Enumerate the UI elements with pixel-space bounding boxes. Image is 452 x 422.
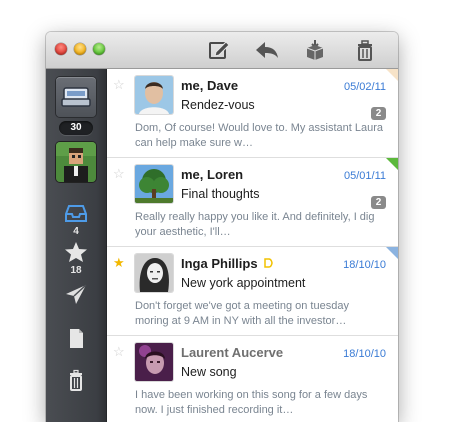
starred-icon[interactable] [63, 241, 89, 263]
sidebar: 30 4 18 [46, 69, 107, 422]
sender-name: Laurent Aucerve [181, 345, 284, 360]
message-list: ☆ me, Dave 05/02/11 Rendez-vous 2 Dom, O… [107, 69, 398, 422]
thread-count-badge: 2 [371, 196, 386, 209]
message-preview: Really really happy you like it. And def… [135, 211, 375, 238]
account-unread-badge: 30 [59, 121, 93, 135]
sender-name: me, Loren [181, 167, 244, 182]
starred-count: 18 [70, 265, 82, 276]
message-row[interactable]: ☆ me, Loren 05/01/11 Final thoughts 2 Re… [107, 158, 398, 247]
photo-laurent-icon [135, 343, 173, 381]
message-row[interactable]: ☆ Laurent Aucerve 18/10/10 New song I ha… [107, 336, 398, 422]
compose-icon[interactable] [206, 39, 232, 61]
label-flag [386, 69, 398, 81]
message-subject: New song [181, 365, 237, 379]
message-subject: Rendez-vous [181, 98, 255, 112]
message-subject: New york appointment [181, 276, 306, 290]
important-marker-icon [263, 258, 273, 268]
zoom-window-button[interactable] [93, 43, 105, 55]
avatar [135, 76, 173, 114]
message-preview: Dom, Of course! Would love to. My assist… [135, 122, 384, 149]
message-subject: Final thoughts [181, 187, 260, 201]
message-date: 05/01/11 [343, 170, 386, 182]
message-preview: Don't forget we've got a meeting on tues… [135, 300, 349, 327]
label-flag [386, 158, 398, 170]
message-date: 05/02/11 [343, 81, 386, 93]
star-icon[interactable]: ☆ [113, 345, 125, 358]
archive-icon[interactable] [302, 39, 328, 61]
message-row[interactable]: ☆ me, Dave 05/02/11 Rendez-vous 2 Dom, O… [107, 69, 398, 158]
inbox-count: 4 [73, 226, 79, 237]
toolbar [46, 32, 398, 69]
thread-count-badge: 2 [371, 107, 386, 120]
sender-name-text: Inga Phillips [181, 256, 258, 271]
account-avatar-button[interactable] [56, 142, 96, 182]
star-icon[interactable]: ★ [113, 256, 125, 269]
photo-dave-icon [135, 76, 173, 114]
minimize-window-button[interactable] [74, 43, 86, 55]
photo-inga-icon [135, 254, 173, 292]
trash-folder-icon[interactable] [63, 369, 89, 391]
star-icon[interactable]: ☆ [113, 78, 125, 91]
star-icon[interactable]: ☆ [113, 167, 125, 180]
sender-name: Inga Phillips [181, 256, 273, 271]
inbox-tray-icon [61, 87, 91, 107]
photo-tree-icon [135, 165, 173, 203]
mail-window: 30 4 18 ☆ me, Dave 05/02/11 Rendez-vous … [46, 32, 398, 422]
message-date: 18/10/10 [343, 259, 386, 271]
reply-icon[interactable] [254, 39, 280, 61]
pixel-avatar-icon [56, 142, 96, 182]
sender-name: me, Dave [181, 78, 239, 93]
message-date: 18/10/10 [343, 348, 386, 360]
trash-icon[interactable] [352, 39, 378, 61]
close-window-button[interactable] [55, 43, 67, 55]
drafts-icon[interactable] [63, 327, 89, 349]
avatar [135, 343, 173, 381]
all-accounts-button[interactable] [56, 77, 96, 117]
avatar [135, 254, 173, 292]
avatar [135, 165, 173, 203]
inbox-icon[interactable] [63, 202, 89, 224]
message-row[interactable]: ★ Inga Phillips 18/10/10 New york appoin… [107, 247, 398, 336]
sent-icon[interactable] [63, 283, 89, 305]
label-flag [386, 247, 398, 259]
message-preview: I have been working on this song for a f… [135, 389, 368, 416]
